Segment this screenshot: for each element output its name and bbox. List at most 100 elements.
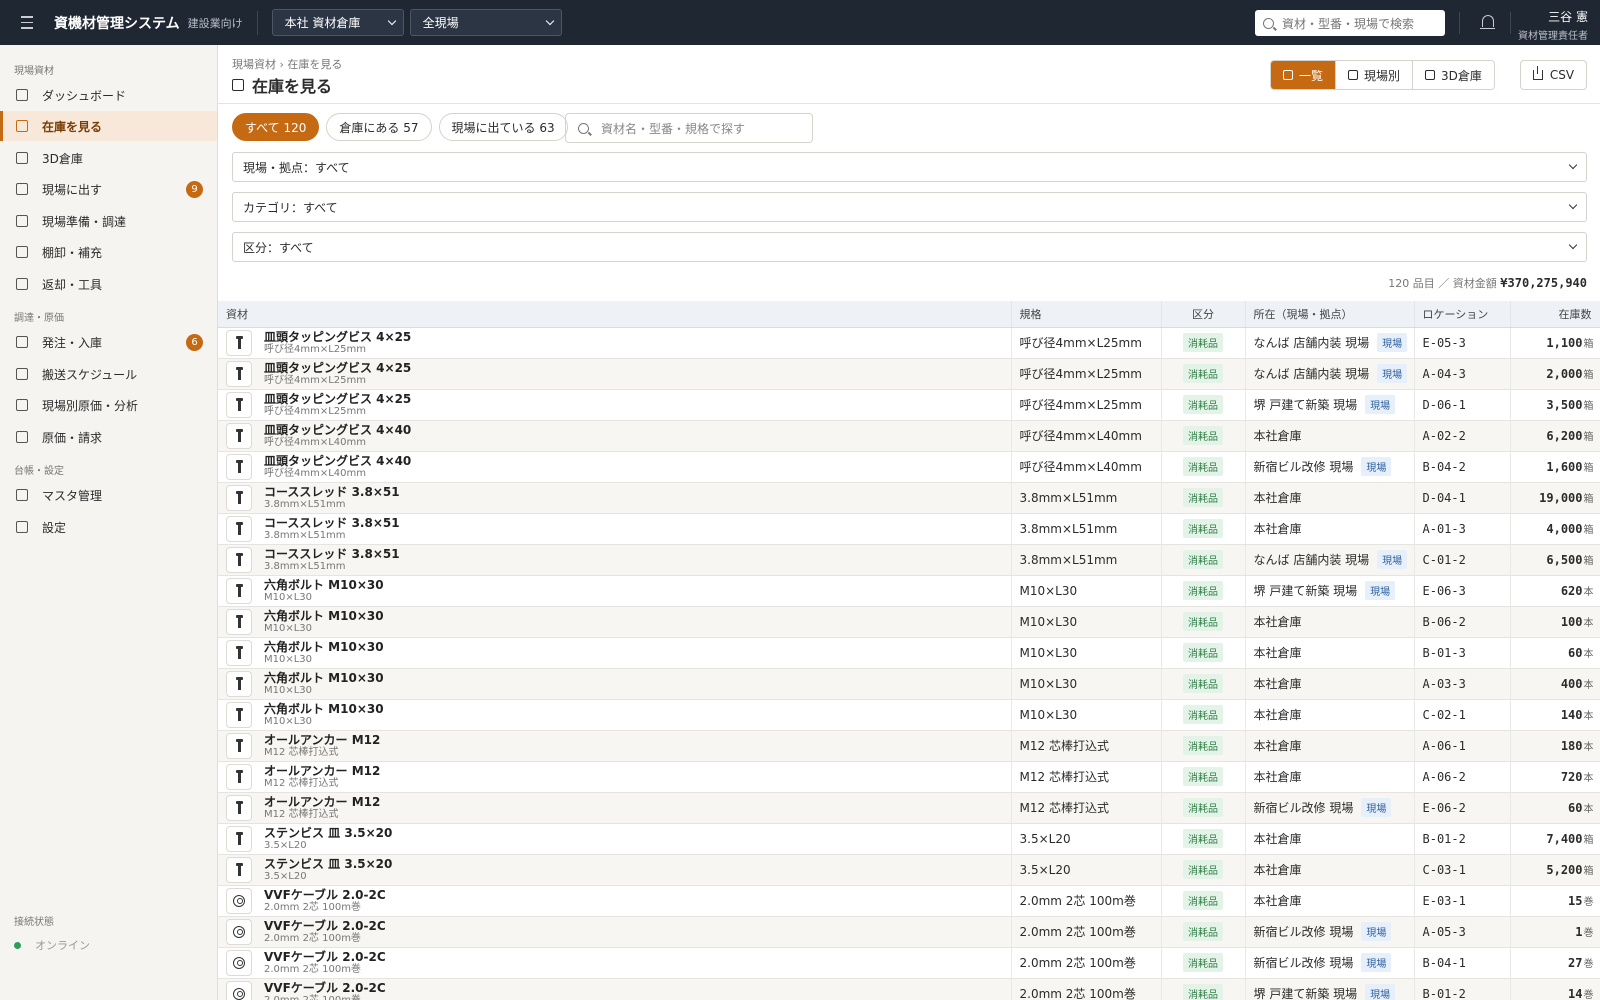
qty-cell: 6,500箱 (1510, 544, 1600, 576)
table-row[interactable]: 皿頭タッピングビス 4×25 呼び径4mm×L25mm 呼び径4mm×L25mm 消耗… (218, 358, 1600, 390)
table-row[interactable]: 六角ボルト M10×30 M10×L30 M10×L30 消耗品 本社倉庫 A-03-3 4… (218, 668, 1600, 700)
qty-cell: 60本 (1510, 637, 1600, 669)
chip-on-site[interactable]: 現場に出ている 63 (438, 113, 568, 141)
qty-unit: 巻 (1583, 959, 1594, 970)
location-code-cell: A-02-2 (1414, 420, 1511, 452)
table-row[interactable]: VVFケーブル 2.0-2C 2.0mm 2芯 100m巻 2.0mm 2芯 100… (218, 916, 1600, 948)
table-row[interactable]: 皿頭タッピングビス 4×40 呼び径4mm×L40mm 呼び径4mm×L40mm 消耗… (218, 451, 1600, 483)
table-row[interactable]: コーススレッド 3.8×51 3.8mm×L51mm 3.8mm×L51mm 消耗品本… (218, 513, 1600, 545)
site-badge: 現場 (1377, 364, 1408, 383)
sidebar-item-3d-warehouse[interactable]: 3D倉庫 (0, 143, 217, 173)
site-filter-dropdown[interactable]: 現場・拠点：すべて (232, 152, 1587, 182)
qty-value: 180 (1560, 739, 1583, 753)
sidebar-item-master[interactable]: マスタ管理 (0, 480, 217, 510)
table-row[interactable]: コーススレッド 3.8×51 3.8mm×L51mm 3.8mm×L51mm 消耗品本… (218, 482, 1600, 514)
table-row[interactable]: 皿頭タッピングビス 4×25 呼び径4mm×L25mm 呼び径4mm×L25mm 消耗… (218, 389, 1600, 421)
table-row[interactable]: 六角ボルト M10×30 M10×L30 M10×L30 消耗品堺 戸建て新築 現場現… (218, 575, 1600, 607)
csv-label: CSV (1549, 68, 1575, 82)
table-row[interactable]: オールアンカー M12 M12 芯棒打込式 M12 芯棒打込式 消耗品 本社倉庫 A-06… (218, 730, 1600, 762)
type-filter-dropdown[interactable]: 区分：すべて (232, 232, 1587, 262)
chip-all[interactable]: すべて 120 (232, 113, 320, 141)
table-row[interactable]: 六角ボルト M10×30 M10×L30 M10×L30 消耗品 本社倉庫 B-01-3 6… (218, 637, 1600, 669)
chip-in-warehouse[interactable]: 倉庫にある 57 (326, 113, 432, 141)
sidebar-item-cost-analysis[interactable]: 現場別原価・分析 (0, 390, 217, 420)
site-badge: 現場 (1361, 922, 1392, 941)
qty-value: 3,500 (1546, 398, 1583, 412)
tab-by-site[interactable]: 現場別 (1335, 61, 1413, 89)
table-row[interactable]: VVFケーブル 2.0-2C 2.0mm 2芯 100m巻 2.0mm 2芯 100… (218, 978, 1600, 1000)
sidebar-item-billing[interactable]: 原価・請求 (0, 422, 217, 452)
table-row[interactable]: VVFケーブル 2.0-2C 2.0mm 2芯 100m巻 2.0mm 2芯 100… (218, 885, 1600, 917)
spec-cell: 2.0mm 2芯 100m巻 (1011, 978, 1162, 1000)
location-name: 新宿ビル改修 現場 (1253, 925, 1354, 939)
sidebar-item-label: マスタ管理 (42, 488, 103, 503)
table-row[interactable]: VVFケーブル 2.0-2C 2.0mm 2芯 100m巻 2.0mm 2芯 100… (218, 947, 1600, 979)
location-cell: なんば 店舗内装 現場 現場 (1245, 327, 1415, 359)
type-badge: 消耗品 (1183, 798, 1223, 817)
menu-icon[interactable] (0, 0, 54, 45)
dropdown-value: 現場・拠点：すべて (243, 160, 350, 175)
type-cell: 消耗品 (1161, 792, 1246, 824)
column-header-code[interactable]: ロケーション (1414, 301, 1511, 328)
upload-icon (16, 183, 28, 195)
cube-icon (232, 79, 244, 91)
table-row[interactable]: 六角ボルト M10×30 M10×L30 M10×L30 消耗品 本社倉庫 B-06-2 1… (218, 606, 1600, 638)
bell-icon[interactable] (1480, 15, 1495, 29)
type-cell: 消耗品 (1161, 544, 1246, 576)
spec-cell: 3.5×L20 (1011, 854, 1162, 886)
inventory-table: 資材 規格 区分 所在（現場・拠点） ロケーション 在庫数 皿頭タッピングビス … (218, 301, 1600, 1000)
sidebar-item-returns[interactable]: 返却・工具 (0, 269, 217, 299)
tab-list[interactable]: 一覧 (1271, 61, 1336, 89)
column-header-location[interactable]: 所在（現場・拠点） (1245, 301, 1415, 328)
sidebar-item-stocktake[interactable]: 棚卸・補充 (0, 237, 217, 267)
qty-value: 620 (1560, 584, 1583, 598)
sidebar-item-orders[interactable]: 発注・入庫 6 (0, 327, 217, 357)
warehouse-select[interactable]: 本社 資材倉庫 (271, 9, 404, 36)
cube-icon (16, 120, 28, 132)
location-name: 新宿ビル改修 現場 (1253, 801, 1354, 815)
sidebar-item-settings[interactable]: 設定 (0, 512, 217, 542)
table-row[interactable]: オールアンカー M12 M12 芯棒打込式 M12 芯棒打込式 消耗品 本社倉庫 A-06… (218, 761, 1600, 793)
sidebar-item-inventory[interactable]: 在庫を見る (0, 111, 217, 141)
app-subtitle: 建設業向け (187, 16, 243, 30)
filter-search-input[interactable]: 資材名・型番・規格で探す (565, 113, 813, 143)
sidebar-item-dashboard[interactable]: ダッシュボード (0, 80, 217, 110)
table-row[interactable]: 六角ボルト M10×30 M10×L30 M10×L30 消耗品 本社倉庫 C-02-1 1… (218, 699, 1600, 731)
spec-cell: M12 芯棒打込式 (1011, 730, 1162, 762)
type-badge: 消耗品 (1183, 395, 1223, 414)
user-menu[interactable]: 三谷 憲 資材管理責任者 (1518, 8, 1588, 42)
qty-value: 1 (1575, 925, 1583, 939)
csv-export-button[interactable]: CSV (1520, 60, 1587, 90)
column-header-type[interactable]: 区分 (1161, 301, 1246, 328)
sidebar-item-site-prep[interactable]: 現場準備・調達 (0, 206, 217, 236)
spec-cell: 呼び径4mm×L25mm (1011, 358, 1162, 390)
table-row[interactable]: ステンビス 皿 3.5×20 3.5×L20 3.5×L20 消耗品 本社倉庫 B-01-… (218, 823, 1600, 855)
location-name: 本社倉庫 (1253, 615, 1302, 629)
table-row[interactable]: ステンビス 皿 3.5×20 3.5×L20 3.5×L20 消耗品 本社倉庫 C-03-… (218, 854, 1600, 886)
site-select-value: 全現場 (422, 16, 459, 30)
column-header-qty[interactable]: 在庫数 (1510, 301, 1600, 328)
qty-value: 60 (1568, 801, 1583, 815)
table-row[interactable]: コーススレッド 3.8×51 3.8mm×L51mm 3.8mm×L51mm 消耗品な… (218, 544, 1600, 576)
material-cell: ステンビス 皿 3.5×20 3.5×L20 (218, 854, 1012, 886)
global-search-input[interactable]: 資材・型番・現場で検索 (1255, 10, 1445, 36)
table-row[interactable]: 皿頭タッピングビス 4×40 呼び径4mm×L40mm 呼び径4mm×L40mm 消耗… (218, 420, 1600, 452)
material-cell: VVFケーブル 2.0-2C 2.0mm 2芯 100m巻 (218, 978, 1012, 1000)
sidebar-item-label: 発注・入庫 (42, 335, 103, 350)
sidebar-item-schedule[interactable]: 搬送スケジュール (0, 359, 217, 389)
tab-3d-warehouse[interactable]: 3D倉庫 (1412, 61, 1494, 89)
sidebar-item-label: 棚卸・補充 (42, 245, 103, 260)
screw-icon (226, 391, 252, 418)
category-filter-dropdown[interactable]: カテゴリ：すべて (232, 192, 1587, 222)
site-select[interactable]: 全現場 (409, 9, 562, 36)
sidebar-item-dispatch[interactable]: 現場に出す 9 (0, 174, 217, 204)
column-header-material[interactable]: 資材 (218, 301, 1012, 328)
qty-value: 100 (1560, 615, 1583, 629)
table-row[interactable]: オールアンカー M12 M12 芯棒打込式 M12 芯棒打込式 消耗品 新宿ビル改修 現… (218, 792, 1600, 824)
table-row[interactable]: 皿頭タッピングビス 4×25 呼び径4mm×L25mm 呼び径4mm×L25mm 消耗… (218, 327, 1600, 359)
sidebar-section-label: 調達・原価 (14, 313, 64, 324)
column-header-spec[interactable]: 規格 (1011, 301, 1162, 328)
breadcrumb[interactable]: 現場資材 › 在庫を見る (232, 56, 342, 72)
qty-cell: 6,200箱 (1510, 420, 1600, 452)
type-cell: 消耗品 (1161, 823, 1246, 855)
